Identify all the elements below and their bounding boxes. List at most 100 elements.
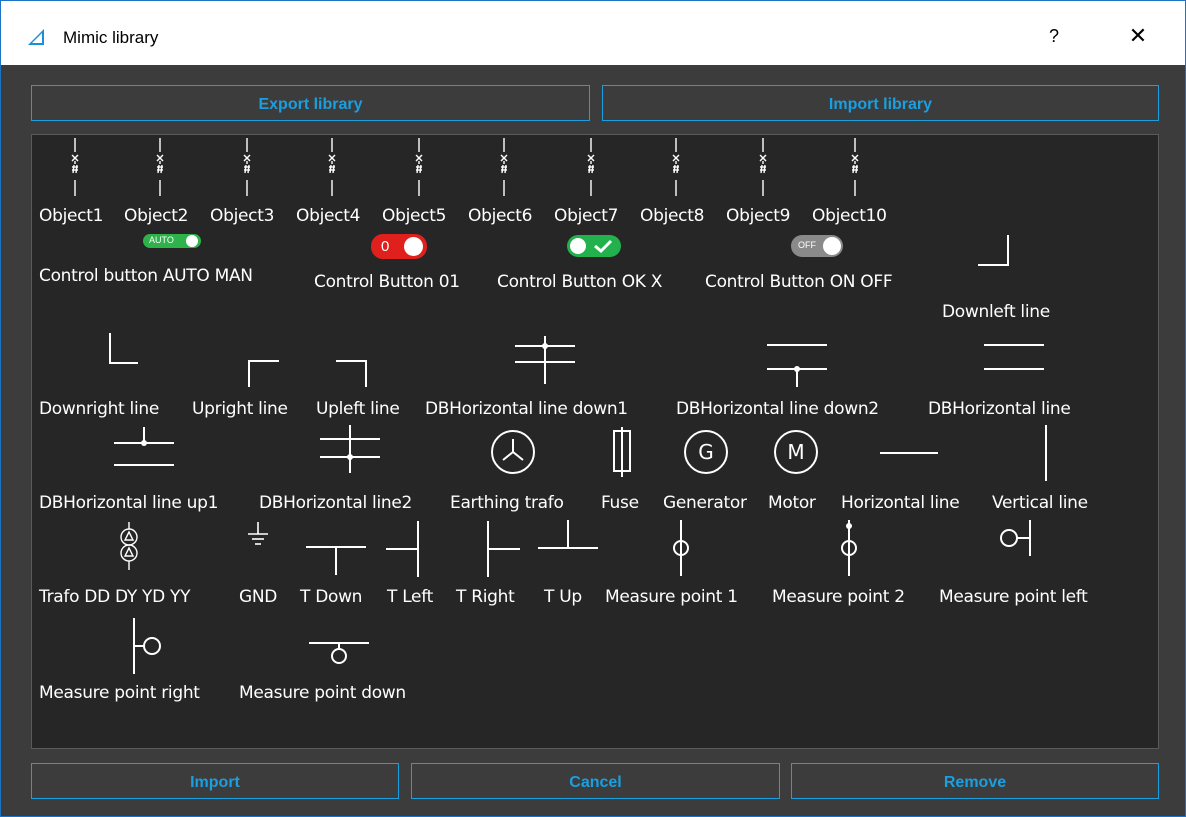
vertical-line-label[interactable]: Vertical line	[992, 493, 1088, 513]
object-symbol-icon[interactable]	[748, 138, 778, 200]
t-right-icon[interactable]	[484, 519, 522, 579]
cancel-button[interactable]: Cancel	[411, 763, 780, 799]
ok-toggle-icon[interactable]	[567, 235, 621, 257]
t-down-label[interactable]: T Down	[300, 587, 362, 607]
measure-point-down-icon[interactable]	[307, 637, 371, 667]
ok-toggle-knob	[570, 238, 586, 254]
dbhorizontal-down2-label[interactable]: DBHorizontal line down2	[676, 399, 879, 419]
t-up-icon[interactable]	[536, 518, 600, 552]
import-library-label: Import library	[828, 96, 933, 113]
generator-label[interactable]: Generator	[663, 493, 747, 513]
measure-point-1-label[interactable]: Measure point 1	[605, 587, 738, 607]
downleft-line-label[interactable]: Downleft line	[942, 302, 1050, 322]
dbhorizontal-line2-label[interactable]: DBHorizontal line2	[259, 493, 412, 513]
fuse-icon[interactable]	[607, 427, 637, 477]
dbhorizontal-line-icon[interactable]	[982, 337, 1046, 377]
upleft-line-label[interactable]: Upleft line	[316, 399, 400, 419]
cancel-label: Cancel	[569, 774, 622, 791]
object6-label[interactable]: Object6	[468, 206, 532, 226]
object-symbol-icon[interactable]	[576, 138, 606, 200]
motor-label[interactable]: Motor	[768, 493, 816, 513]
control-01-toggle-icon[interactable]: 0	[371, 234, 427, 259]
object2-label[interactable]: Object2	[124, 206, 188, 226]
control-01-toggle-knob	[404, 237, 423, 256]
earthing-trafo-icon[interactable]	[488, 427, 538, 477]
object-symbol-icon[interactable]	[232, 138, 262, 200]
control-button-ok-x-label[interactable]: Control Button OK X	[497, 272, 662, 292]
dbhorizontal-line-label[interactable]: DBHorizontal line	[928, 399, 1071, 419]
gnd-label[interactable]: GND	[239, 587, 277, 607]
t-left-icon[interactable]	[384, 519, 422, 579]
downleft-line-icon[interactable]	[976, 233, 1012, 269]
t-up-label[interactable]: T Up	[544, 587, 582, 607]
t-down-icon[interactable]	[304, 543, 368, 577]
downright-line-label[interactable]: Downright line	[39, 399, 159, 419]
object7-label[interactable]: Object7	[554, 206, 618, 226]
downright-line-icon[interactable]	[106, 331, 142, 367]
object10-label[interactable]: Object10	[812, 206, 887, 226]
object3-label[interactable]: Object3	[210, 206, 274, 226]
dbhorizontal-down2-icon[interactable]	[765, 337, 829, 391]
measure-point-down-label[interactable]: Measure point down	[239, 683, 406, 703]
export-library-button[interactable]: Export library	[31, 85, 590, 121]
trafo-icon[interactable]	[118, 520, 140, 572]
object-symbol-icon[interactable]	[60, 138, 90, 200]
object1-label[interactable]: Object1	[39, 206, 103, 226]
vertical-line-icon[interactable]	[1044, 423, 1048, 483]
control-auto-man-label[interactable]: Control button AUTO MAN	[39, 266, 253, 286]
measure-point-right-icon[interactable]	[130, 616, 170, 676]
dbhorizontal-down1-icon[interactable]	[513, 332, 577, 386]
horizontal-line-icon[interactable]	[878, 451, 940, 455]
horizontal-line-label[interactable]: Horizontal line	[841, 493, 960, 513]
t-right-label[interactable]: T Right	[456, 587, 515, 607]
upright-line-label[interactable]: Upright line	[192, 399, 288, 419]
earthing-trafo-label[interactable]: Earthing trafo	[450, 493, 564, 513]
auto-toggle-icon[interactable]: AUTO	[143, 234, 201, 248]
help-button[interactable]: ?	[1039, 19, 1069, 53]
gnd-icon[interactable]	[245, 520, 271, 550]
on-off-toggle-text: OFF	[798, 240, 816, 250]
measure-point-2-label[interactable]: Measure point 2	[772, 587, 905, 607]
motor-glyph: M	[787, 440, 804, 464]
title-bar: Mimic library ? ✕	[1, 1, 1185, 65]
generator-glyph: G	[698, 440, 714, 464]
mimic-library-dialog: Mimic library ? ✕ Export library Import …	[0, 0, 1186, 817]
object-symbol-icon[interactable]	[840, 138, 870, 200]
object9-label[interactable]: Object9	[726, 206, 790, 226]
t-left-label[interactable]: T Left	[387, 587, 433, 607]
remove-button[interactable]: Remove	[791, 763, 1159, 799]
dbhorizontal-up1-label[interactable]: DBHorizontal line up1	[39, 493, 218, 513]
dbhorizontal-up1-icon[interactable]	[112, 425, 176, 473]
object-symbol-icon[interactable]	[489, 138, 519, 200]
dbhorizontal-down1-label[interactable]: DBHorizontal line down1	[425, 399, 628, 419]
import-button[interactable]: Import	[31, 763, 399, 799]
upright-line-icon[interactable]	[245, 357, 281, 389]
motor-icon[interactable]: M	[772, 428, 820, 476]
object-symbol-icon[interactable]	[145, 138, 175, 200]
control-01-toggle-text: 0	[381, 238, 390, 255]
window-title: Mimic library	[63, 28, 159, 47]
object-symbol-icon[interactable]	[661, 138, 691, 200]
import-library-button[interactable]: Import library	[602, 85, 1159, 121]
measure-point-left-label[interactable]: Measure point left	[939, 587, 1088, 607]
object-symbol-icon[interactable]	[317, 138, 347, 200]
control-button-01-label[interactable]: Control Button 01	[314, 272, 460, 292]
object4-label[interactable]: Object4	[296, 206, 360, 226]
control-button-on-off-label[interactable]: Control Button ON OFF	[705, 272, 893, 292]
dbhorizontal-line2-icon[interactable]	[318, 423, 382, 475]
object-symbol-icon[interactable]	[404, 138, 434, 200]
object8-label[interactable]: Object8	[640, 206, 704, 226]
close-button[interactable]: ✕	[1121, 19, 1155, 53]
trafo-label[interactable]: Trafo DD DY YD YY	[39, 587, 190, 607]
fuse-label[interactable]: Fuse	[601, 493, 639, 513]
measure-point-2-icon[interactable]	[837, 518, 861, 578]
auto-toggle-text: AUTO	[149, 235, 174, 245]
measure-point-1-icon[interactable]	[669, 518, 693, 578]
on-off-toggle-icon[interactable]: OFF	[791, 235, 843, 257]
generator-icon[interactable]: G	[682, 428, 730, 476]
upleft-line-icon[interactable]	[334, 357, 370, 389]
mimic-canvas[interactable]: Object1 Object2 Object3 Object4 Object5 …	[31, 134, 1159, 749]
measure-point-left-icon[interactable]	[995, 518, 1035, 558]
object5-label[interactable]: Object5	[382, 206, 446, 226]
measure-point-right-label[interactable]: Measure point right	[39, 683, 200, 703]
